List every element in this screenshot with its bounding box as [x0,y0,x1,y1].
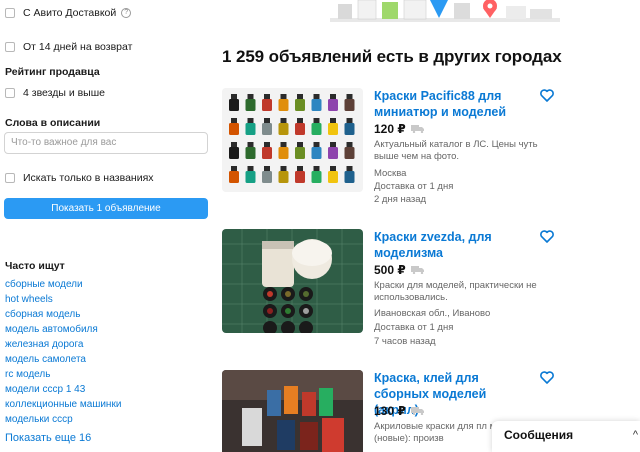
listing-photo[interactable] [222,370,363,452]
frequent-searches-title: Часто ищут [5,260,65,272]
avito-delivery-checkbox[interactable] [5,8,15,18]
description-words-input[interactable]: Что-то важное для вас [4,132,208,154]
listing-card[interactable]: Краски zvezda, для моделизма 500 ₽ Краск… [222,229,640,347]
only-titles-label: Искать только в названиях [23,172,154,184]
results-heading: 1 259 объявлений есть в других городах [222,47,562,66]
filter-return-14-days[interactable]: От 14 дней на возврат [5,41,132,53]
frequent-search-link[interactable]: модель самолета [5,354,121,369]
favorite-heart-icon[interactable] [540,230,554,248]
delivery-truck-icon [410,263,425,277]
favorite-heart-icon[interactable] [540,89,554,107]
messages-label: Сообщения [504,428,574,442]
frequent-search-link[interactable]: rc модель [5,369,121,384]
frequent-search-link[interactable]: сборные модели [5,279,121,294]
frequent-search-link[interactable]: модельки ссср [5,414,121,429]
listing-description: Краски для моделей, практически не испол… [374,280,537,303]
messages-panel[interactable]: Сообщения ^ [492,421,640,452]
listing-description: Актуальный каталог в ЛС. Цены чуть выше … [374,139,538,162]
frequent-search-link[interactable]: коллекционные машинки [5,399,121,414]
return-14-label: От 14 дней на возврат [23,41,133,53]
listing-delivery: Доставка от 1 дня [374,181,454,192]
listing-time: 7 часов назад [374,336,436,347]
listing-photo[interactable] [222,229,363,333]
filter-avito-delivery[interactable]: С Авито Доставкой ? [5,7,132,19]
listing-price: 500 ₽ [374,263,406,277]
listing-photo[interactable] [222,88,363,192]
four-stars-checkbox[interactable] [5,88,15,98]
favorite-heart-icon[interactable] [540,371,554,389]
frequent-searches-list: сборные модели hot wheels сборная модель… [5,279,121,429]
listing-price-row: 130 ₽ [374,404,425,418]
frequent-search-link[interactable]: hot wheels [5,294,121,309]
listing-price: 120 ₽ [374,122,406,136]
words-in-description-title: Слова в описании [5,117,101,129]
filter-four-stars[interactable]: 4 звезды и выше [5,87,105,99]
avito-delivery-label: С Авито Доставкой [23,7,117,19]
listing-title[interactable]: Краски Pacific88 для миниатюр и моделей [374,88,534,120]
filter-only-titles[interactable]: Искать только в названиях [5,172,154,184]
frequent-search-link[interactable]: модель автомобиля [5,324,121,339]
help-icon[interactable]: ? [121,8,132,18]
delivery-truck-icon [410,122,425,136]
frequent-search-link[interactable]: сборная модель [5,309,121,324]
return-14-checkbox[interactable] [5,42,15,52]
frequent-search-link[interactable]: модели ссср 1 43 [5,384,121,399]
listing-price: 130 ₽ [374,404,406,418]
listing-time: 2 дня назад [374,194,427,205]
delivery-truck-icon [410,404,425,418]
promo-banner-illustration [330,0,560,22]
chevron-up-icon[interactable]: ^ [633,429,638,441]
four-stars-label: 4 звезды и выше [23,87,105,99]
listing-price-row: 120 ₽ [374,122,425,136]
listing-location: Москва [374,168,407,179]
show-more-link[interactable]: Показать еще 16 [5,432,91,444]
listing-card[interactable]: Краски Pacific88 для миниатюр и моделей … [222,88,640,205]
listing-location: Ивановская обл., Иваново [374,308,491,319]
listing-title[interactable]: Краски zvezda, для моделизма [374,229,534,261]
frequent-search-link[interactable]: железная дорога [5,339,121,354]
listing-price-row: 500 ₽ [374,263,425,277]
seller-rating-title: Рейтинг продавца [5,66,100,78]
only-titles-checkbox[interactable] [5,173,15,183]
listing-delivery: Доставка от 1 дня [374,322,454,333]
show-results-button[interactable]: Показать 1 объявление [4,198,208,219]
filters-sidebar: С Авито Доставкой ? От 14 дней на возвра… [0,0,215,452]
